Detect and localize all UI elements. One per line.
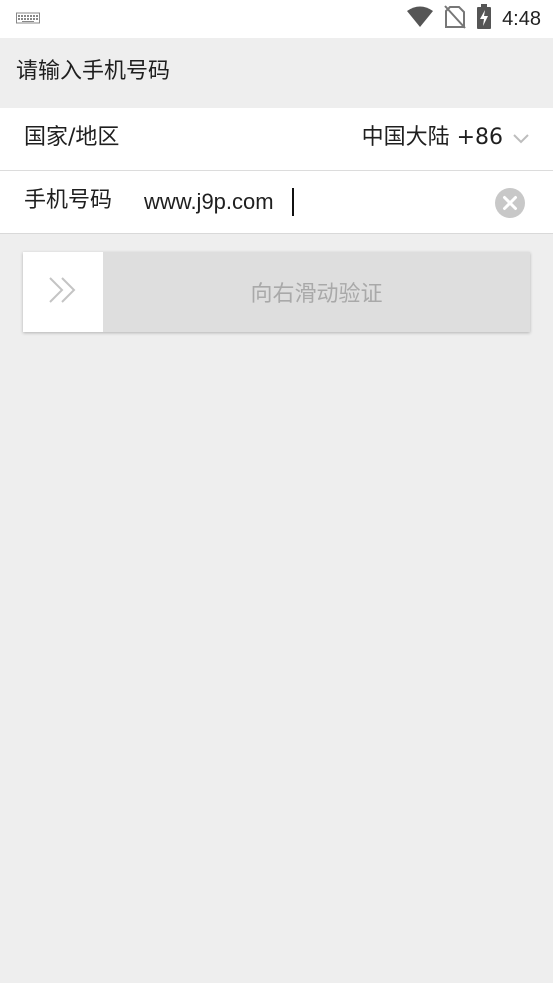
slide-verify[interactable]: 向右滑动验证 [23,252,530,332]
battery-charging-icon [476,4,492,34]
phone-row: 手机号码 www.j9p.com [0,170,553,233]
phone-label: 手机号码 [24,188,113,213]
country-value[interactable]: 中国大陆 +86 [362,122,503,154]
section-header: 请输入手机号码 [0,38,553,108]
status-bar: 4:48 [0,0,553,38]
double-chevron-right-icon [46,275,80,309]
status-time: 4:48 [502,8,541,30]
slider-handle[interactable] [23,252,103,332]
no-sim-icon [444,5,466,33]
phone-form: 国家/地区 中国大陆 +86 手机号码 www.j9p.com [0,108,553,234]
clear-icon[interactable] [495,188,525,218]
wifi-icon [406,6,434,32]
chevron-down-icon[interactable] [513,130,529,149]
text-caret [292,188,294,216]
country-row[interactable]: 国家/地区 中国大陆 +86 [0,108,553,170]
status-icons: 4:48 [406,4,541,34]
country-label: 国家/地区 [24,125,120,150]
phone-input[interactable]: www.j9p.com [144,186,464,218]
page-title: 请输入手机号码 [16,59,171,84]
slider-label: 向右滑动验证 [250,282,383,307]
keyboard-icon [16,10,40,24]
